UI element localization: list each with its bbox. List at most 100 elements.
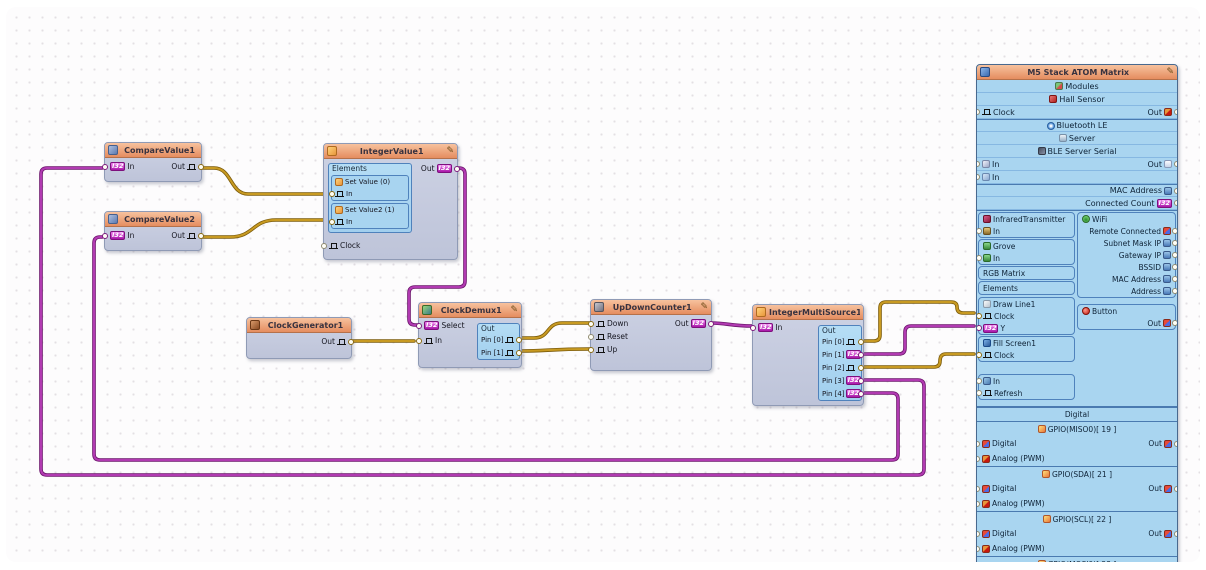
pin-connector[interactable] [1172, 288, 1178, 294]
block-clockdemux1[interactable]: ClockDemux1 I32 Select In Out Pin [0] Pi… [418, 302, 522, 368]
clock-glyph [596, 320, 605, 328]
pin-connector[interactable] [454, 166, 460, 172]
string-out-icon [1163, 263, 1171, 271]
element-item[interactable]: Set Value2 (1) In [331, 203, 409, 229]
pin-connector[interactable] [976, 174, 980, 180]
pin-connector[interactable] [1172, 276, 1178, 282]
pin-connector[interactable] [1172, 240, 1178, 246]
edit-icon[interactable] [510, 306, 518, 315]
block-header[interactable]: IntegerMultiSource1 [753, 305, 863, 320]
pin-connector[interactable] [102, 233, 108, 239]
pin-connector[interactable] [588, 334, 594, 340]
pin-connector[interactable] [976, 161, 980, 167]
pin-connector[interactable] [858, 352, 864, 358]
m5-section-label: Hall Sensor [977, 93, 1177, 106]
integer-type-badge: I32 [424, 321, 439, 330]
block-header[interactable]: CompareValue2 [105, 212, 201, 227]
pin-connector[interactable] [588, 347, 594, 353]
pin-connector[interactable] [516, 337, 522, 343]
pin-connector[interactable] [750, 325, 756, 331]
edit-icon[interactable] [1166, 68, 1174, 77]
pin-connector[interactable] [708, 321, 714, 327]
pin-connector[interactable] [976, 352, 982, 358]
pin-connector[interactable] [976, 378, 982, 384]
block-m5-stack-atom-matrix[interactable]: M5 Stack ATOM Matrix ModulesHall SensorC… [976, 64, 1178, 562]
pin-connector[interactable] [1172, 264, 1178, 270]
m5-pin-row: Analog (PWM) [977, 451, 1119, 466]
pin-connector[interactable] [858, 391, 864, 397]
pin-connector[interactable] [1172, 252, 1178, 258]
analog-in-icon [982, 545, 990, 553]
wire-IntegerMultiSource1.Pin [0] -> M5 Stack ATOM Matrix.Draw Line1.Clock[interactable] [864, 302, 974, 341]
edit-icon[interactable] [446, 147, 454, 156]
pin-connector[interactable] [416, 323, 422, 329]
pin-connector[interactable] [976, 546, 980, 552]
block-clockgenerator1[interactable]: ClockGenerator1 Out [246, 317, 352, 359]
pin-connector[interactable] [1174, 200, 1178, 206]
block-header[interactable]: ClockGenerator1 [247, 318, 351, 333]
wire-IntegerMultiSource1.Pin [2] -> M5 Stack ATOM Matrix.Fill Screen1.Clock[interactable] [864, 354, 974, 367]
block-comparevalue2[interactable]: CompareValue2 I32 In Out [104, 211, 202, 251]
pin-label: Gateway IP [1119, 251, 1161, 260]
wire-CompareValue1.Out -> IntegerValue1.Set Value (0).In[interactable] [202, 168, 324, 194]
text-in-icon [982, 160, 990, 168]
wire-ClockDemux1.Pin [1] -> UpDownCounter1.Up[interactable] [522, 349, 590, 351]
block-comparevalue1[interactable]: CompareValue1 I32 In Out [104, 142, 202, 182]
pin-connector[interactable] [516, 350, 522, 356]
pin-connector[interactable] [976, 109, 980, 115]
pin-connector[interactable] [976, 501, 980, 507]
block-integermultisource1[interactable]: IntegerMultiSource1 I32 In Out Pin [0] P… [752, 304, 864, 406]
pin-connector[interactable] [1172, 228, 1178, 234]
pin-connector[interactable] [1174, 188, 1178, 194]
pin-connector[interactable] [976, 325, 982, 331]
wire-ClockDemux1.Pin [0] -> UpDownCounter1.Down[interactable] [522, 323, 590, 338]
pin-connector[interactable] [976, 255, 982, 261]
pin-connector[interactable] [1172, 320, 1178, 326]
pin-connector[interactable] [858, 339, 864, 345]
pin-connector[interactable] [329, 219, 335, 225]
pin-connector[interactable] [858, 365, 864, 371]
block-header[interactable]: CompareValue1 [105, 143, 201, 158]
pin-connector[interactable] [321, 243, 327, 249]
m5-pin-row: In [979, 375, 1074, 387]
pin-connector[interactable] [976, 228, 982, 234]
pin-connector[interactable] [976, 531, 980, 537]
pin-connector[interactable] [858, 378, 864, 384]
pin-connector[interactable] [976, 313, 982, 319]
pin-connector[interactable] [102, 164, 108, 170]
visual-editor-canvas[interactable]: CompareValue1 I32 In Out CompareValue2 I… [6, 7, 1200, 562]
pin-connector[interactable] [976, 456, 980, 462]
pin-connector[interactable] [976, 486, 980, 492]
m5-pin-row: In [977, 171, 1177, 184]
pin-connector[interactable] [348, 339, 354, 345]
pin-row: Pin [1]I32 [819, 348, 861, 361]
pin-connector[interactable] [976, 441, 980, 447]
pin-connector[interactable] [1174, 109, 1178, 115]
m5-gpio-header: GPIO(SCL)[ 22 ] [977, 512, 1177, 526]
block-updowncounter1[interactable]: UpDownCounter1 Down OutI32 Reset Up [590, 299, 712, 371]
pin-connector[interactable] [198, 164, 204, 170]
ir-in-icon [983, 227, 991, 235]
pin-connector[interactable] [416, 338, 422, 344]
pin-connector[interactable] [1174, 441, 1178, 447]
block-header[interactable]: UpDownCounter1 [591, 300, 711, 315]
pin-connector[interactable] [1174, 486, 1178, 492]
block-integervalue1[interactable]: IntegerValue1 Elements Set Value (0) In … [323, 143, 458, 260]
block-header[interactable]: M5 Stack ATOM Matrix [977, 65, 1177, 80]
block-header[interactable]: IntegerValue1 [324, 144, 457, 159]
m5-section-label: InfraredTransmitter [979, 213, 1074, 225]
pin-connector[interactable] [976, 390, 982, 396]
element-item[interactable]: Set Value (0) In [331, 175, 409, 201]
pin-row: Out I32 [415, 162, 457, 175]
wire-UpDownCounter1.Out -> IntegerMultiSource1.In[interactable] [712, 323, 752, 326]
integer-value-icon [327, 146, 337, 156]
block-header[interactable]: ClockDemux1 [419, 303, 521, 318]
pin-connector[interactable] [1174, 531, 1178, 537]
pin-connector[interactable] [198, 233, 204, 239]
m5-pin-row: Analog (PWM) [977, 496, 1119, 511]
pin-connector[interactable] [329, 191, 335, 197]
pin-connector[interactable] [588, 321, 594, 327]
pin-connector[interactable] [1174, 161, 1178, 167]
edit-icon[interactable] [700, 303, 708, 312]
wire-CompareValue2.Out -> IntegerValue1.Set Value2 (1).In[interactable] [202, 220, 324, 237]
